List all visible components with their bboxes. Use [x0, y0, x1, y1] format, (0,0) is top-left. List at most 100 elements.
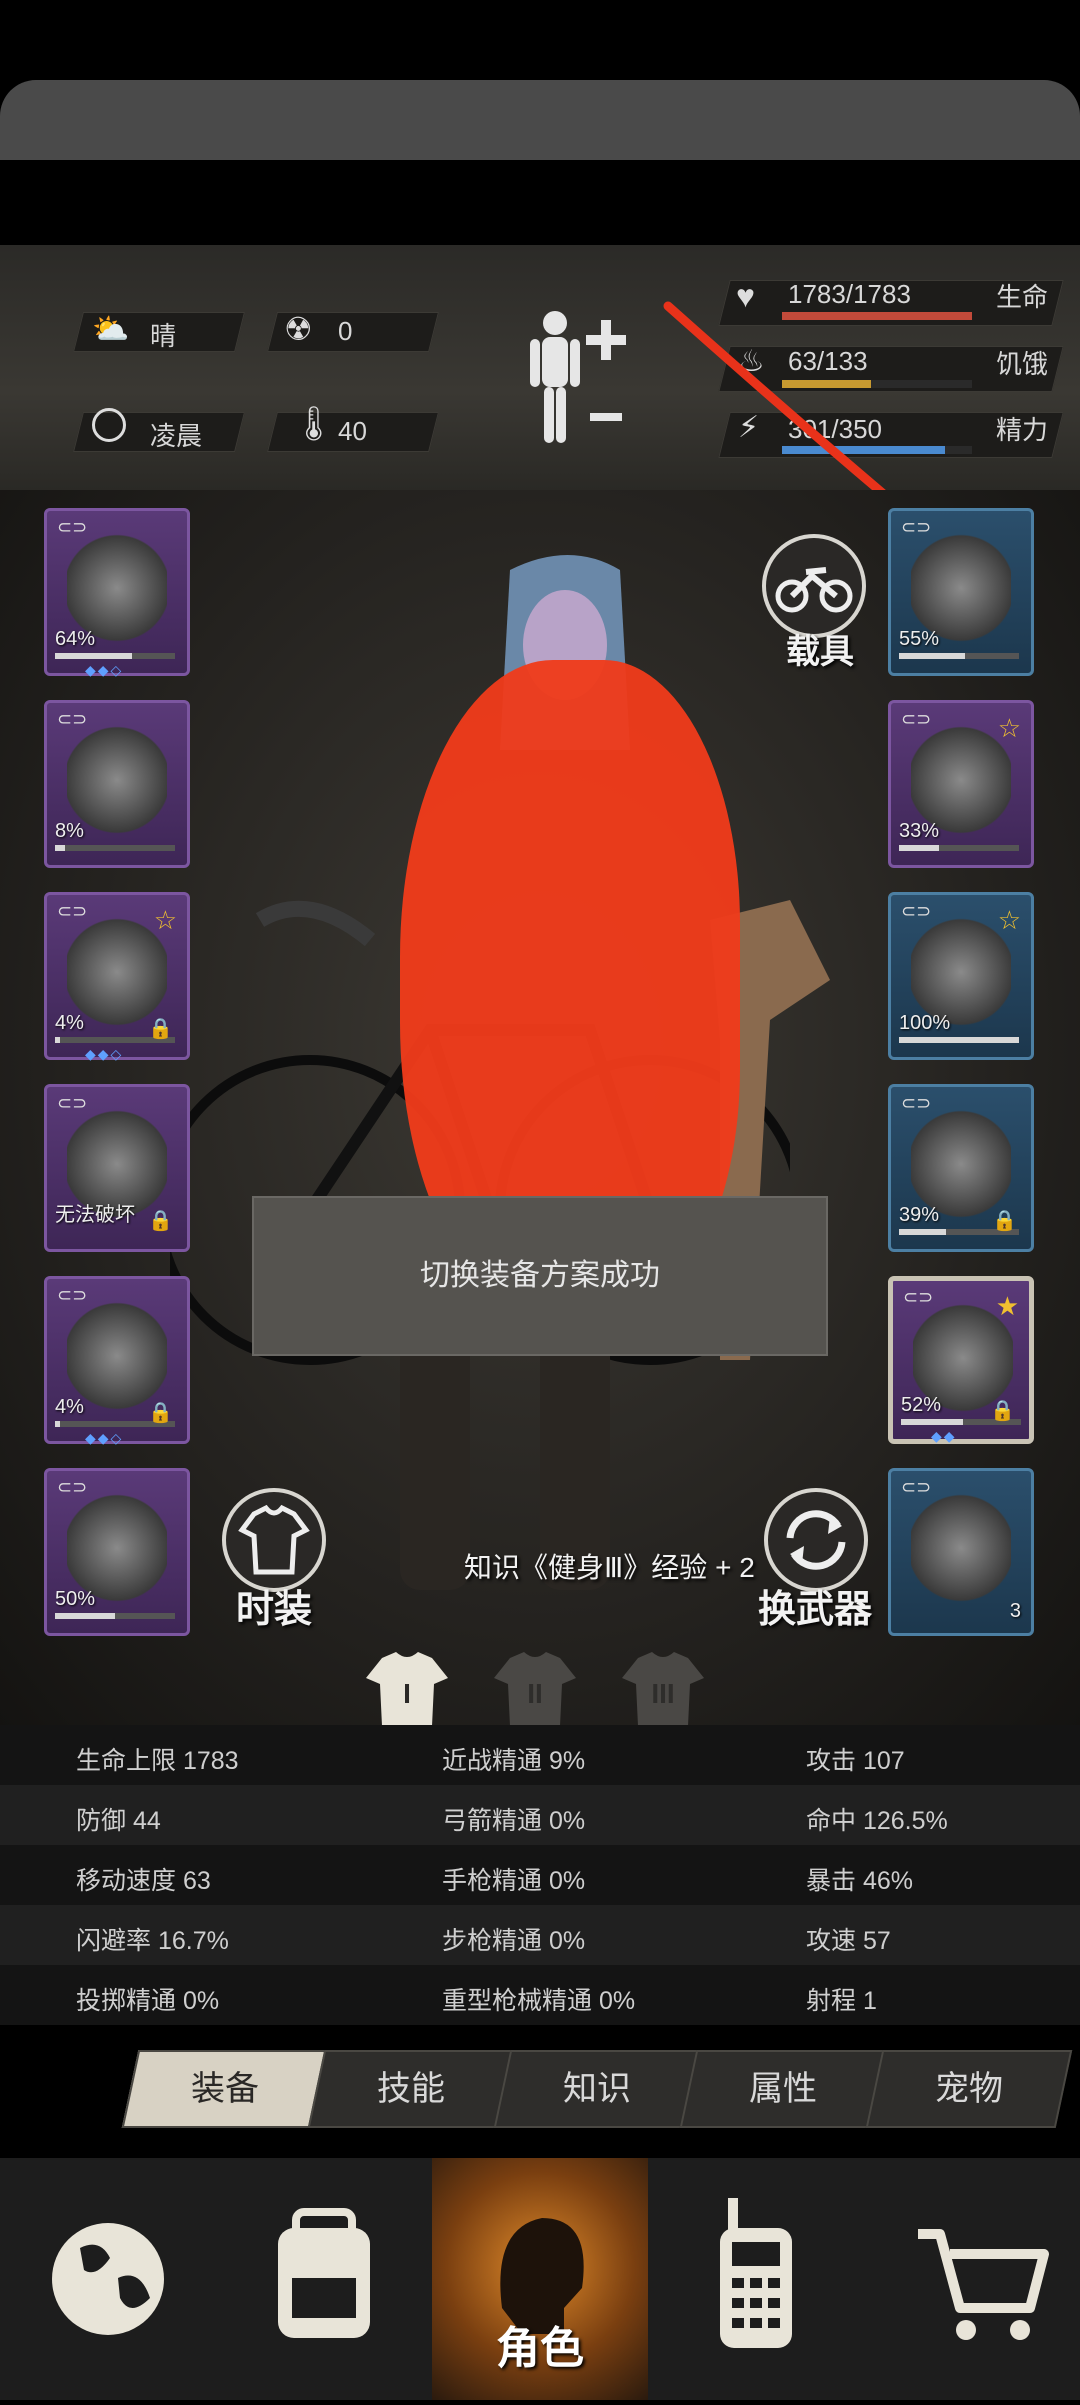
- backpack-icon: [278, 2208, 370, 2338]
- red-annotation-stroke: [663, 301, 891, 501]
- gem-icon: ◆◆◇: [85, 1430, 124, 1446]
- right-slot-shield[interactable]: ⊂⊃ 39% 🔒: [888, 1084, 1034, 1252]
- right-slot-machete[interactable]: ⊂⊃ 52% ★ 🔒 ◆◆: [888, 1276, 1034, 1444]
- link-icon: ⊂⊃: [903, 1287, 934, 1307]
- tab-label: 技能: [377, 2070, 445, 2108]
- stats-row: 移动速度 63 手枪精通 0% 暴击 46%: [0, 1845, 1080, 1905]
- stat-cell: 射程 1: [806, 1987, 877, 2015]
- swap-icon: [786, 1510, 846, 1570]
- link-icon: ⊂⊃: [57, 901, 88, 921]
- right-slot-glasses[interactable]: ⊂⊃ 55%: [888, 508, 1034, 676]
- vest-icon: [911, 917, 1011, 1027]
- globe-icon: [52, 2223, 164, 2335]
- glasses-icon: [911, 533, 1011, 643]
- outfit-tab-2[interactable]: II: [490, 1648, 580, 1728]
- lock-icon: 🔒: [148, 1018, 173, 1040]
- main-tabs: 装备 技能 知识 属性 宠物: [110, 2050, 1073, 2132]
- nav-shop[interactable]: [864, 2158, 1080, 2400]
- left-slot-boots[interactable]: ⊂⊃ 50%: [44, 1468, 190, 1636]
- left-slot-jacket[interactable]: ⊂⊃ 4% ☆ 🔒 ◆◆◇: [44, 892, 190, 1062]
- nav-radio[interactable]: [648, 2158, 864, 2400]
- outfit-tab-1[interactable]: I: [362, 1648, 452, 1728]
- durability-text: 3: [1009, 1600, 1021, 1622]
- knowledge-xp-message: 知识《健身Ⅲ》经验 + 2: [464, 1552, 755, 1583]
- outfit-tab-label: II: [527, 1678, 543, 1709]
- outfit-tab-label: I: [403, 1678, 411, 1709]
- link-icon: ⊂⊃: [901, 1477, 932, 1497]
- shirt-icon: [67, 725, 167, 835]
- cart-icon: [918, 2229, 1049, 2340]
- stat-cell: 步枪精通 0%: [442, 1927, 586, 1955]
- link-icon: ⊂⊃: [901, 517, 932, 537]
- vehicle-button[interactable]: [762, 534, 866, 638]
- left-slot-backpack[interactable]: ⊂⊃ 无法破坏 🔒: [44, 1084, 190, 1252]
- tab-4[interactable]: 宠物: [865, 2050, 1073, 2128]
- durability-text: 52%: [901, 1394, 942, 1416]
- stat-cell: 防御 44: [76, 1807, 161, 1835]
- tab-0[interactable]: 装备: [121, 2050, 329, 2128]
- nav-inventory[interactable]: [216, 2158, 432, 2400]
- hunger-label: 饥饿: [996, 349, 1049, 379]
- tshirt-icon: [238, 1504, 310, 1575]
- tab-label: 属性: [749, 2070, 817, 2108]
- outfit-tab-label: III: [651, 1678, 675, 1709]
- nav-character[interactable]: 角色: [432, 2158, 648, 2400]
- time-text: 凌晨: [150, 421, 203, 451]
- helmet-icon: [67, 533, 167, 643]
- gas-mask-icon: [911, 725, 1011, 835]
- jacket-icon: [67, 917, 167, 1027]
- molotov-icon: [911, 1493, 1011, 1603]
- costume-button[interactable]: [222, 1488, 326, 1592]
- tab-label: 装备: [191, 2070, 259, 2108]
- right-slot-molotov[interactable]: ⊂⊃ 3: [888, 1468, 1034, 1636]
- tab-2[interactable]: 知识: [493, 2050, 701, 2128]
- tab-1[interactable]: 技能: [307, 2050, 515, 2128]
- durability-text: 55%: [899, 628, 940, 650]
- durability-bar: [55, 1613, 175, 1619]
- stat-cell: 移动速度 63: [76, 1867, 211, 1895]
- energy-label: 精力: [996, 415, 1049, 445]
- right-slot-vest[interactable]: ⊂⊃ 100% ☆: [888, 892, 1034, 1060]
- stat-cell: 暴击 46%: [806, 1867, 913, 1895]
- durability-bar: [55, 845, 175, 851]
- star-icon: ☆: [997, 905, 1021, 935]
- lock-icon: 🔒: [992, 1210, 1017, 1232]
- left-slot-shirt[interactable]: ⊂⊃ 8%: [44, 700, 190, 868]
- star-icon: ★: [995, 1291, 1019, 1321]
- left-slot-helmet[interactable]: ⊂⊃ 64% ◆◆◇: [44, 508, 190, 678]
- star-icon: ☆: [997, 713, 1021, 743]
- link-icon: ⊂⊃: [901, 901, 932, 921]
- durability-text: 100%: [899, 1012, 951, 1034]
- stat-cell: 弓箭精通 0%: [442, 1807, 586, 1835]
- body-status-icon[interactable]: [520, 305, 630, 455]
- stat-cell: 命中 126.5%: [806, 1807, 948, 1835]
- left-slot-pants[interactable]: ⊂⊃ 4% 🔒 ◆◆◇: [44, 1276, 190, 1446]
- radiation-value: 0: [338, 316, 353, 346]
- health-label: 生命: [996, 282, 1049, 312]
- durability-bar: [899, 845, 1019, 851]
- weather-text: 晴: [150, 321, 177, 351]
- nav-world-map[interactable]: [0, 2158, 216, 2400]
- durability-text: 4%: [55, 1396, 84, 1418]
- link-icon: ⊂⊃: [57, 709, 88, 729]
- costume-label: 时装: [236, 1589, 313, 1631]
- shield-icon: [911, 1109, 1011, 1219]
- right-slot-gas-mask[interactable]: ⊂⊃ 33% ☆: [888, 700, 1034, 868]
- lock-icon: 🔒: [148, 1402, 173, 1424]
- tab-3[interactable]: 属性: [679, 2050, 887, 2128]
- stats-row: 闪避率 16.7% 步枪精通 0% 攻速 57: [0, 1905, 1080, 1965]
- lock-icon: 🔒: [148, 1210, 173, 1232]
- toast-message: 切换装备方案成功: [252, 1196, 828, 1356]
- switch-weapon-button[interactable]: [764, 1488, 868, 1592]
- durability-text: 50%: [55, 1588, 96, 1610]
- tab-label: 知识: [563, 2070, 631, 2108]
- cloud-sun-icon: ⛅: [92, 313, 130, 346]
- bottom-nav: 角色: [0, 2158, 1080, 2400]
- switch-weapon-label: 换武器: [758, 1589, 873, 1631]
- radio-icon: [720, 2198, 792, 2348]
- stats-row: 生命上限 1783 近战精通 9% 攻击 107: [0, 1725, 1080, 1785]
- stat-cell: 手枪精通 0%: [442, 1867, 586, 1895]
- gem-icon: ◆◆◇: [85, 1046, 124, 1062]
- durability-text: 39%: [899, 1204, 940, 1226]
- outfit-tab-3[interactable]: III: [618, 1648, 708, 1728]
